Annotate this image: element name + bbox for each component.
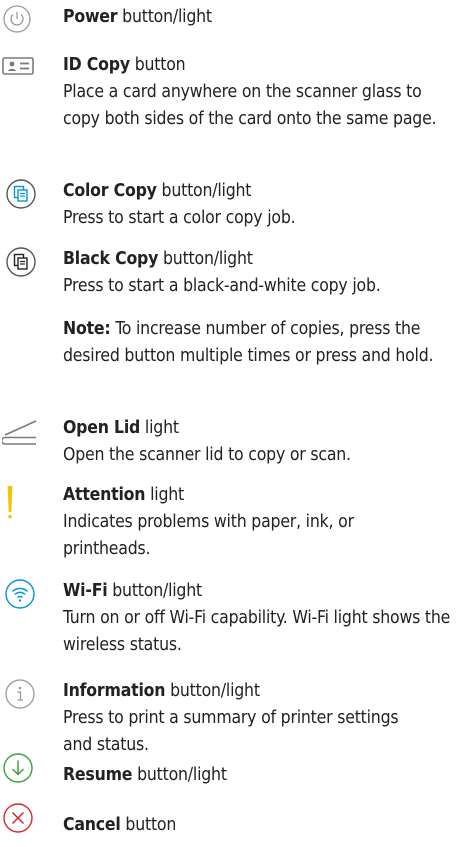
color-copy-icon (5, 178, 45, 214)
open-lid-icon (2, 417, 42, 453)
attention-icon (4, 482, 44, 519)
id-copy-text: ID Copy button Place a card anywhere on … (63, 52, 443, 133)
note: Note: To increase number of copies, pres… (63, 316, 463, 370)
item-suffix: button/light (132, 765, 227, 785)
item-title: ID Copy (63, 55, 130, 75)
item-description: Turn on or off Wi-Fi capability. Wi-Fi l… (63, 608, 451, 655)
item-suffix: button/light (156, 181, 252, 201)
item-title: Wi-Fi (63, 581, 108, 601)
cancel-text: Cancel button (63, 812, 463, 839)
item-description: Open the scanner lid to copy or scan. (63, 445, 351, 465)
item-title: Black Copy (63, 249, 159, 269)
power-icon (2, 4, 42, 40)
wifi-icon (4, 578, 44, 614)
cancel-icon (2, 802, 42, 838)
resume-text: Resume button/light (63, 762, 463, 789)
black-copy-icon (5, 246, 45, 282)
color-copy-text: Color Copy button/light Press to start a… (63, 178, 463, 232)
item-suffix: button (120, 815, 177, 835)
id-card-icon (2, 56, 42, 92)
item-title: Cancel (63, 815, 121, 835)
resume-icon (2, 752, 42, 788)
item-description: Place a card anywhere on the scanner gla… (63, 82, 437, 129)
item-suffix: button/light (107, 581, 202, 601)
information-icon (4, 678, 44, 714)
item-title: Information (63, 681, 166, 701)
black-copy-text: Black Copy button/light Press to start a… (63, 246, 463, 300)
item-title: Attention (63, 485, 146, 505)
item-description: Press to start a color copy job. (63, 208, 296, 228)
open-lid-text: Open Lid light Open the scanner lid to c… (63, 415, 463, 469)
item-description: Indicates problems with paper, ink, or p… (63, 512, 354, 559)
item-title: Color Copy (63, 181, 157, 201)
item-suffix: button/light (158, 249, 253, 269)
attention-text: Attention light Indicates problems with … (63, 482, 413, 563)
item-suffix: button (129, 55, 186, 75)
item-suffix: light (140, 418, 179, 438)
power-text: Power button/light (63, 4, 463, 31)
item-title: Resume (63, 765, 133, 785)
item-suffix: button/light (165, 681, 260, 701)
item-suffix: button/light (117, 7, 212, 27)
item-suffix: light (145, 485, 184, 505)
item-description: Press to start a black-and-white copy jo… (63, 276, 381, 296)
item-title: Power (63, 7, 118, 27)
information-text: Information button/light Press to print … (63, 678, 423, 759)
item-description: Press to print a summary of printer sett… (63, 708, 399, 755)
item-title: Open Lid (63, 418, 141, 438)
note-text: To increase number of copies, press the … (63, 319, 434, 366)
note-label: Note: (63, 319, 111, 339)
wifi-text: Wi-Fi button/light Turn on or off Wi-Fi … (63, 578, 463, 659)
